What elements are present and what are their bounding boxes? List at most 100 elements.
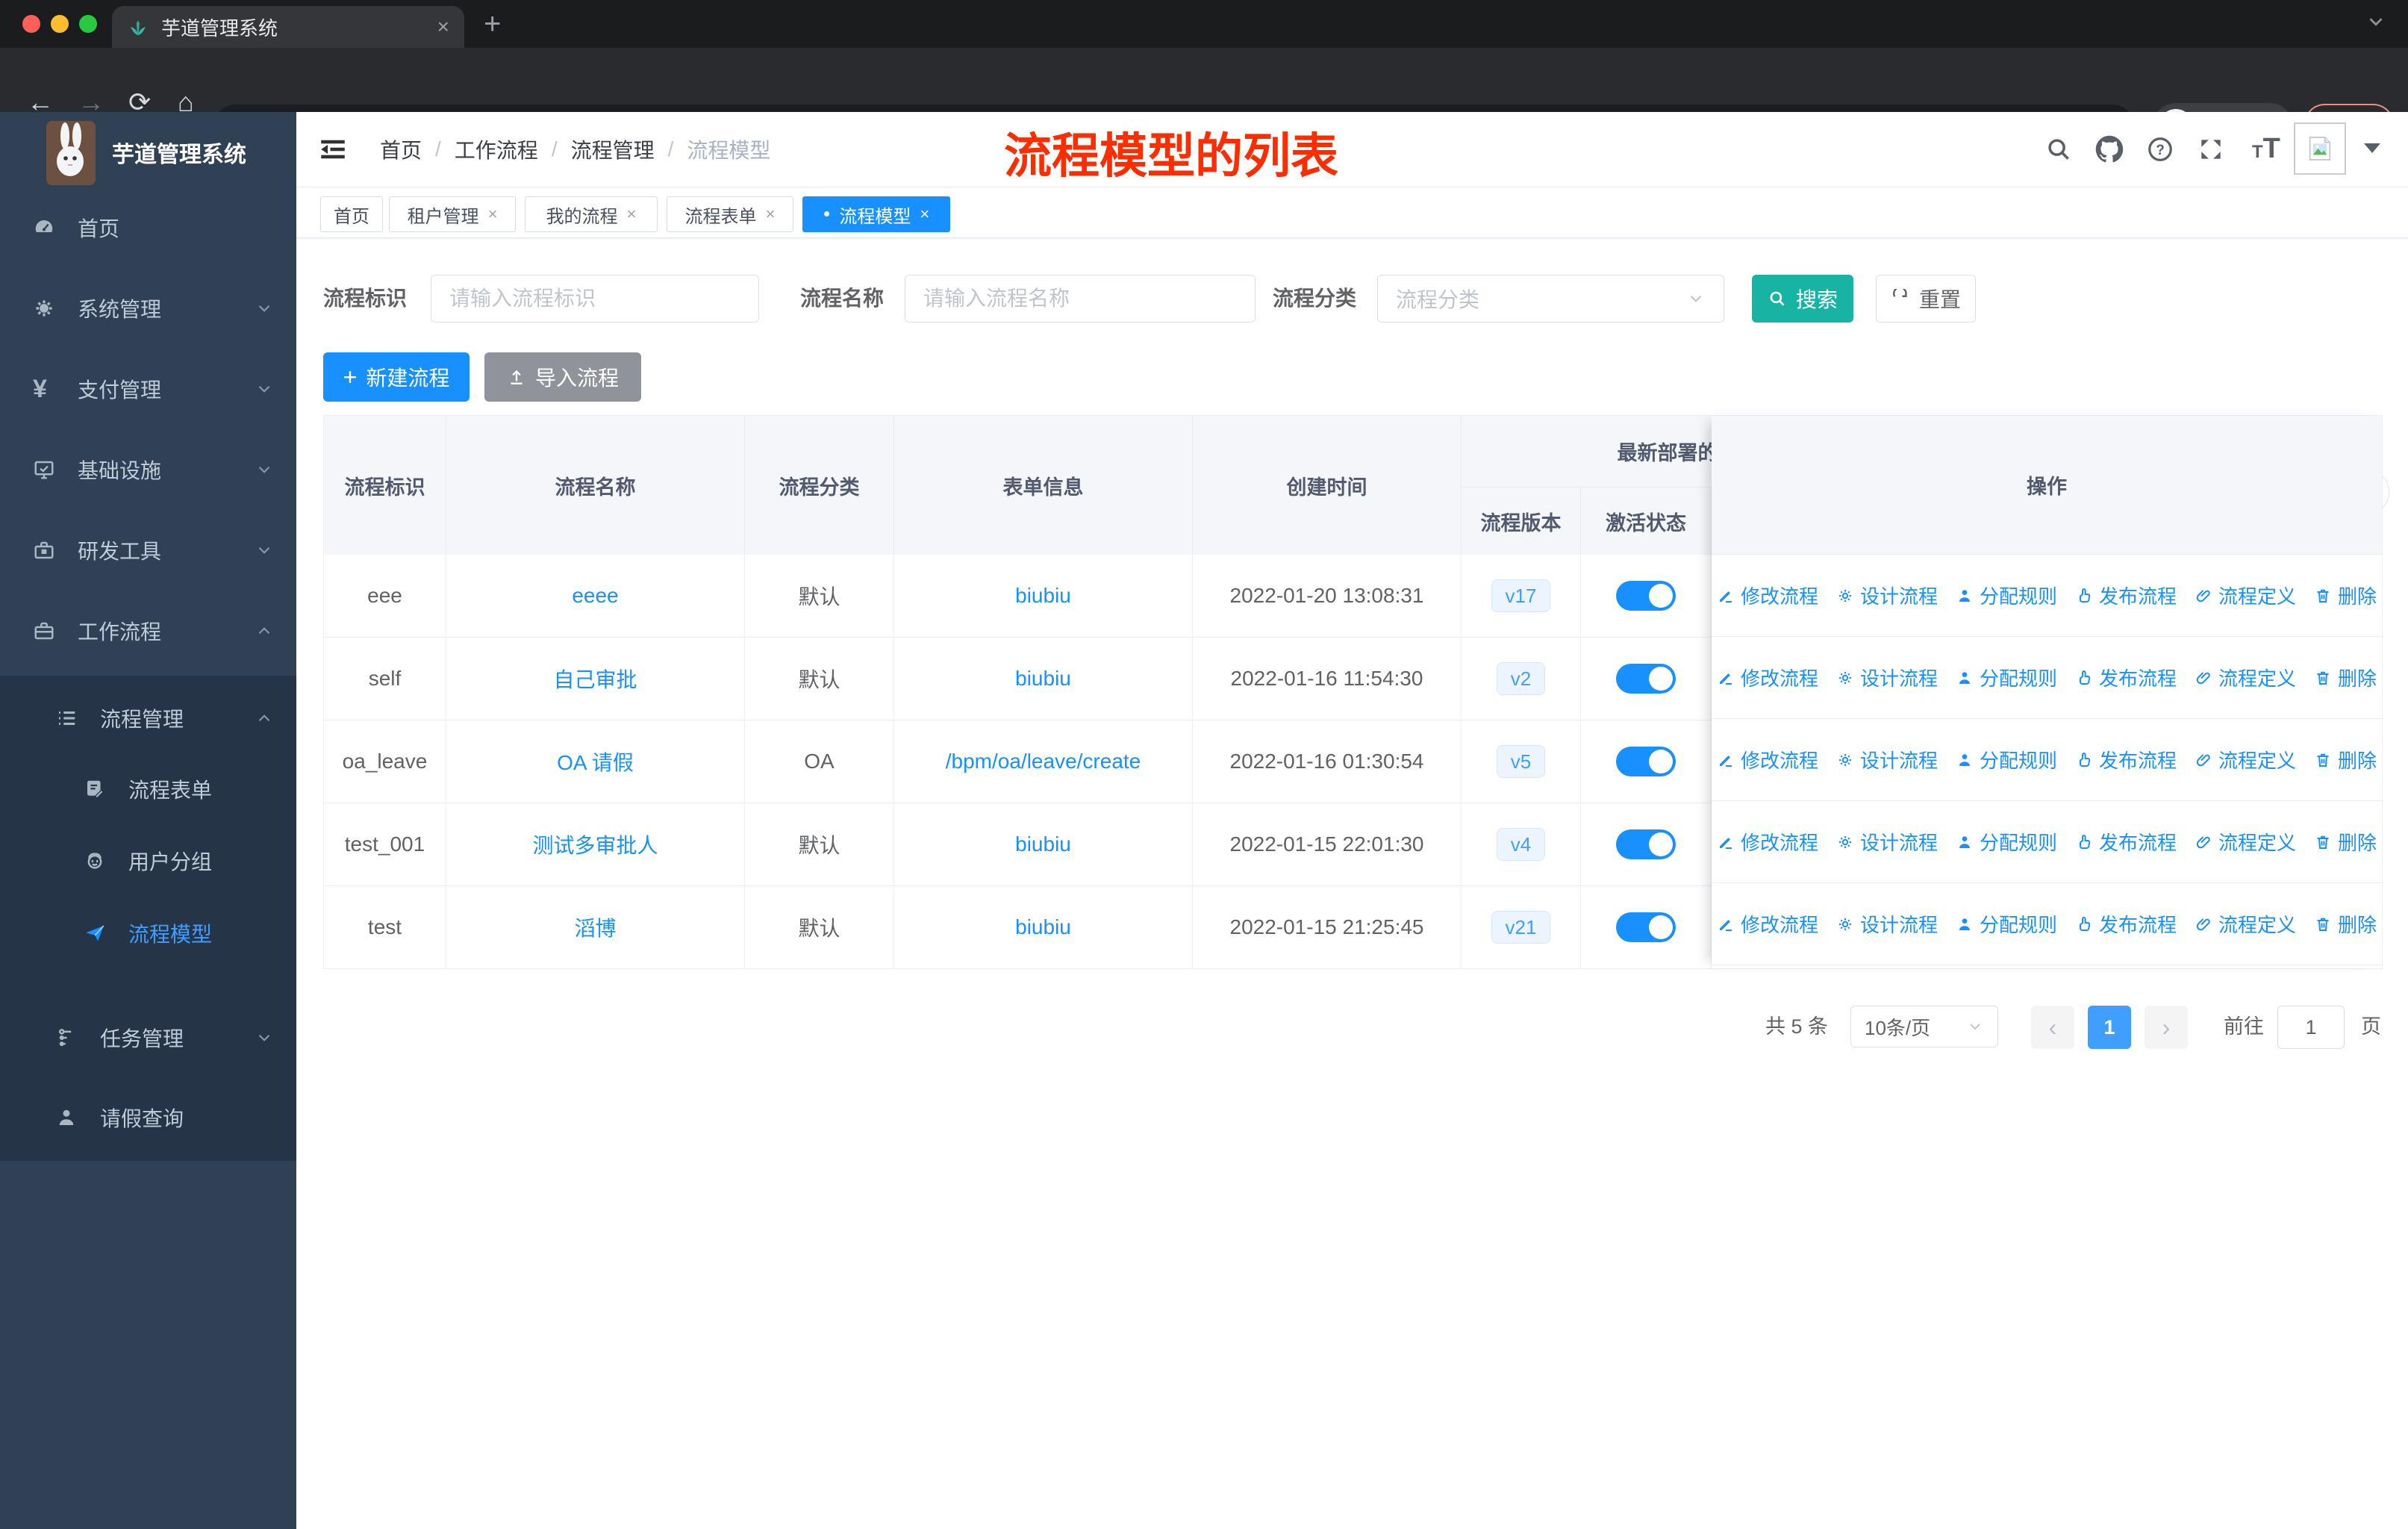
form-link[interactable]: biubiu bbox=[1015, 915, 1071, 939]
action-design-process[interactable]: 设计流程 bbox=[1836, 746, 1938, 773]
search-icon[interactable] bbox=[2044, 135, 2073, 164]
sidebar-collapse-icon[interactable] bbox=[317, 134, 349, 165]
pagination-prev-button[interactable]: ‹ bbox=[2031, 1006, 2074, 1049]
breadcrumb-item[interactable]: 流程管理 bbox=[571, 134, 655, 164]
version-badge[interactable]: v5 bbox=[1496, 745, 1546, 778]
tag-close-icon[interactable]: × bbox=[488, 205, 498, 224]
process-name-link[interactable]: 测试多审批人 bbox=[532, 829, 658, 859]
form-link[interactable]: biubiu bbox=[1015, 667, 1071, 691]
action-edit-process[interactable]: 修改流程 bbox=[1717, 910, 1818, 938]
active-toggle[interactable] bbox=[1616, 581, 1676, 611]
action-assign-rule[interactable]: 分配规则 bbox=[1956, 664, 2057, 691]
browser-tab[interactable]: 芋道管理系统 × bbox=[112, 6, 464, 48]
page-size-select[interactable]: 10条/页 bbox=[1850, 1006, 1998, 1047]
close-window-button[interactable] bbox=[22, 15, 40, 33]
sidebar-item-process-form[interactable]: 流程表单 bbox=[0, 753, 296, 825]
tag-process-model-active[interactable]: ● 流程模型 × bbox=[802, 196, 950, 232]
sidebar-item-workflow[interactable]: 工作流程 bbox=[0, 595, 296, 667]
new-tab-button[interactable]: + bbox=[484, 7, 501, 41]
version-badge[interactable]: v2 bbox=[1496, 662, 1546, 695]
sidebar-item-infrastructure[interactable]: 基础设施 bbox=[0, 434, 296, 505]
action-process-definition[interactable]: 流程定义 bbox=[2195, 828, 2296, 856]
pagination-goto-input[interactable] bbox=[2277, 1006, 2345, 1049]
maximize-window-button[interactable] bbox=[79, 15, 97, 33]
action-design-process[interactable]: 设计流程 bbox=[1836, 664, 1938, 691]
form-link[interactable]: biubiu bbox=[1015, 832, 1071, 856]
version-badge[interactable]: v4 bbox=[1496, 828, 1546, 861]
avatar-dropdown-caret-icon[interactable] bbox=[2364, 143, 2380, 153]
form-link[interactable]: /bpm/oa/leave/create bbox=[946, 750, 1141, 773]
tag-home[interactable]: 首页 bbox=[320, 196, 383, 232]
action-delete[interactable]: 删除 bbox=[2314, 910, 2377, 938]
action-edit-process[interactable]: 修改流程 bbox=[1717, 828, 1818, 856]
tag-close-icon[interactable]: × bbox=[766, 205, 776, 224]
font-size-icon[interactable]: TT bbox=[2252, 133, 2280, 165]
sidebar-item-leave-query[interactable]: 请假查询 bbox=[0, 1082, 296, 1153]
avatar[interactable] bbox=[2294, 122, 2346, 175]
process-name-link[interactable]: eeee bbox=[572, 584, 618, 608]
action-design-process[interactable]: 设计流程 bbox=[1836, 910, 1938, 938]
form-link[interactable]: biubiu bbox=[1015, 584, 1071, 608]
action-assign-rule[interactable]: 分配规则 bbox=[1956, 582, 2057, 609]
active-toggle[interactable] bbox=[1616, 664, 1676, 694]
tag-tenant[interactable]: 租户管理 × bbox=[389, 196, 516, 232]
sidebar-logo[interactable]: 芋道管理系统 bbox=[0, 112, 296, 190]
active-toggle[interactable] bbox=[1616, 829, 1676, 859]
minimize-window-button[interactable] bbox=[51, 15, 69, 33]
pagination-next-button[interactable]: › bbox=[2145, 1006, 2188, 1049]
action-publish-process[interactable]: 发布流程 bbox=[2075, 664, 2177, 691]
action-process-definition[interactable]: 流程定义 bbox=[2195, 746, 2296, 773]
filter-category-select[interactable]: 流程分类 bbox=[1377, 275, 1724, 323]
sidebar-item-process-mgmt[interactable]: 流程管理 bbox=[0, 682, 296, 754]
action-design-process[interactable]: 设计流程 bbox=[1836, 828, 1938, 856]
action-assign-rule[interactable]: 分配规则 bbox=[1956, 828, 2057, 856]
action-process-definition[interactable]: 流程定义 bbox=[2195, 910, 2296, 938]
active-toggle[interactable] bbox=[1616, 912, 1676, 942]
action-edit-process[interactable]: 修改流程 bbox=[1717, 746, 1818, 773]
action-edit-process[interactable]: 修改流程 bbox=[1717, 582, 1818, 609]
action-assign-rule[interactable]: 分配规则 bbox=[1956, 746, 2057, 773]
tag-close-icon[interactable]: × bbox=[920, 205, 929, 224]
action-process-definition[interactable]: 流程定义 bbox=[2195, 582, 2296, 609]
sidebar-item-user-group[interactable]: 用户分组 bbox=[0, 825, 296, 897]
help-icon[interactable]: ? bbox=[2146, 135, 2174, 164]
action-publish-process[interactable]: 发布流程 bbox=[2075, 910, 2177, 938]
action-publish-process[interactable]: 发布流程 bbox=[2075, 828, 2177, 856]
version-badge[interactable]: v21 bbox=[1491, 911, 1551, 944]
sidebar-item-devtools[interactable]: 研发工具 bbox=[0, 514, 296, 586]
tab-search-chevron-icon[interactable] bbox=[2365, 10, 2387, 33]
create-process-button[interactable]: + 新建流程 bbox=[323, 352, 470, 402]
tag-my-process[interactable]: 我的流程 × bbox=[525, 196, 658, 232]
filter-key-input[interactable] bbox=[431, 275, 759, 323]
sidebar-item-process-model[interactable]: 流程模型 bbox=[0, 897, 296, 969]
action-delete[interactable]: 删除 bbox=[2314, 746, 2377, 773]
tab-close-icon[interactable]: × bbox=[437, 16, 449, 37]
process-name-link[interactable]: 自己审批 bbox=[553, 664, 637, 694]
action-publish-process[interactable]: 发布流程 bbox=[2075, 746, 2177, 773]
breadcrumb-item[interactable]: 首页 bbox=[380, 134, 422, 164]
process-name-link[interactable]: 滔博 bbox=[574, 912, 616, 942]
process-name-link[interactable]: OA 请假 bbox=[557, 747, 634, 776]
tag-close-icon[interactable]: × bbox=[627, 205, 637, 224]
import-process-button[interactable]: 导入流程 bbox=[484, 352, 641, 402]
action-delete[interactable]: 删除 bbox=[2314, 582, 2377, 609]
action-design-process[interactable]: 设计流程 bbox=[1836, 582, 1938, 609]
action-process-definition[interactable]: 流程定义 bbox=[2195, 664, 2296, 691]
sidebar-item-home[interactable]: 首页 bbox=[0, 192, 296, 264]
github-icon[interactable] bbox=[2095, 135, 2124, 164]
sidebar-item-task-mgmt[interactable]: 任务管理 bbox=[0, 1002, 296, 1074]
action-delete[interactable]: 删除 bbox=[2314, 828, 2377, 856]
tag-process-form[interactable]: 流程表单 × bbox=[667, 196, 793, 232]
pagination-page-1[interactable]: 1 bbox=[2088, 1006, 2131, 1049]
search-button[interactable]: 搜索 bbox=[1752, 275, 1853, 323]
reset-button[interactable]: 重置 bbox=[1876, 275, 1976, 323]
action-assign-rule[interactable]: 分配规则 bbox=[1956, 910, 2057, 938]
action-edit-process[interactable]: 修改流程 bbox=[1717, 664, 1818, 691]
active-toggle[interactable] bbox=[1616, 747, 1676, 776]
filter-name-input[interactable] bbox=[905, 275, 1256, 323]
sidebar-item-payment[interactable]: ¥ 支付管理 bbox=[0, 353, 296, 425]
version-badge[interactable]: v17 bbox=[1491, 579, 1551, 612]
action-publish-process[interactable]: 发布流程 bbox=[2075, 582, 2177, 609]
fullscreen-icon[interactable] bbox=[2197, 135, 2225, 164]
action-delete[interactable]: 删除 bbox=[2314, 664, 2377, 691]
